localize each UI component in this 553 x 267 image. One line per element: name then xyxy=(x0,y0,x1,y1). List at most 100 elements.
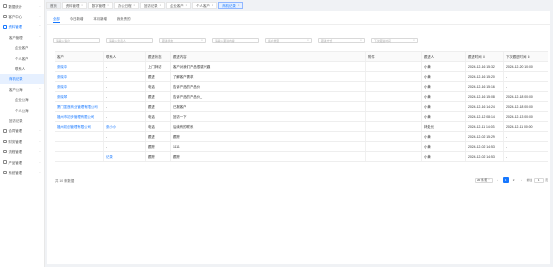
chevron-icon: ⌄ xyxy=(38,139,41,143)
filter-select[interactable]: 跟进方式 ▼ xyxy=(318,38,365,43)
table-header-row: 客户 联系人 跟进状态 跟进内容 附件 跟进人 跟进时间 ⇕ 下次跟进时间 ⇕ xyxy=(55,52,548,62)
table-cell: 2024-12-11 00:00 xyxy=(506,124,533,129)
table-cell[interactable]: 张晓中 xyxy=(55,72,104,81)
sidebar-item[interactable]: 回访记录 xyxy=(0,115,44,125)
filter-tab[interactable]: 今日新增 xyxy=(70,15,84,23)
close-icon[interactable]: × xyxy=(238,4,240,7)
page-button-1[interactable]: 1 xyxy=(502,177,509,183)
table-cell: 2024-12-02 14:53 xyxy=(466,152,504,161)
table-cell: 2024-12-12 08:14 xyxy=(466,112,504,121)
filter-select[interactable]: 跟进状态 ▼ xyxy=(159,38,206,43)
table-cell: 上门拜访 xyxy=(146,62,171,71)
sidebar-item-label: 联系人 xyxy=(15,67,26,72)
table-cell xyxy=(366,152,422,161)
table-row: 张晓中 - 上门拜访 客户对我们产品很感兴趣 小黄 2024-12-16 15:32 202… xyxy=(55,62,548,72)
goto-page-input[interactable]: 1 xyxy=(533,177,544,183)
close-icon[interactable]: × xyxy=(107,4,109,7)
sidebar-item[interactable]: 数据统计 ⌄ xyxy=(0,1,44,11)
sidebar-item[interactable]: 客户中心 ⌄ xyxy=(0,11,44,21)
sidebar-item-label: 数据统计 xyxy=(8,4,23,9)
page-tab[interactable]: 资料管理 × xyxy=(61,2,87,9)
table-cell[interactable]: 厦门墨莲商业管理有限公司 xyxy=(55,102,104,111)
page-tab[interactable]: 回访记录 × xyxy=(140,2,166,9)
close-icon[interactable]: × xyxy=(212,4,214,7)
table-cell: 2024-12-18 00:00 xyxy=(506,94,533,99)
prev-page-button[interactable]: ‹ xyxy=(495,177,501,183)
sidebar-item[interactable]: 个人客户 xyxy=(0,53,44,63)
main-content: 全部 今日新增 本月新增 我负责的 请输入客户 请输入负责人 跟进状态 ▼ 请输入跟进内容 客户… xyxy=(47,11,550,264)
sidebar-item-label: 系统管理 xyxy=(8,170,23,175)
page-tab-label: 回访记录 xyxy=(144,4,158,8)
page-tab[interactable]: 首页 xyxy=(46,2,61,9)
sidebar-item[interactable]: 合同管理 ⌄ xyxy=(0,126,44,136)
divider xyxy=(47,24,550,25)
sidebar-item[interactable]: 客户公海 ⌃ xyxy=(0,84,44,94)
page-tab-label: 办公日程 xyxy=(117,4,132,8)
column-header[interactable]: 下次跟进时间 ⇕ xyxy=(504,52,548,61)
sidebar-item[interactable]: 资料管理 ⌃ xyxy=(0,22,44,32)
table-cell[interactable]: 张小小 xyxy=(104,122,146,131)
table-cell xyxy=(366,122,422,131)
table-cell[interactable]: 张晓中 xyxy=(55,82,104,91)
sidebar-item[interactable]: 企业公海 xyxy=(0,95,44,105)
filter-input[interactable]: 请输入客户 xyxy=(53,38,100,43)
page-tab[interactable]: 企业客户 × xyxy=(166,2,192,9)
table-cell: 跟踪 xyxy=(171,132,366,141)
filter-bar: 请输入客户 请输入负责人 跟进状态 ▼ 请输入跟进内容 客户类型 ▼ 跟进方式 ▼ 下次跟进时间 ▼ xyxy=(53,38,424,43)
sidebar-item[interactable]: 个人公海 xyxy=(0,105,44,115)
table-row: 福州初创管理有限公司 张小小 电话 后续有的联系 林处长 2024-12-11 14:03… xyxy=(55,122,548,132)
next-page-button[interactable]: › xyxy=(519,177,525,183)
table-cell[interactable]: 福州市初步管理有限公司 xyxy=(55,112,104,121)
table-cell: - xyxy=(506,154,508,159)
page-tab-label: 首页 xyxy=(50,4,57,8)
table-cell[interactable]: 张晓琴 xyxy=(55,92,104,101)
sidebar-item[interactable]: 流程管理 ⌄ xyxy=(0,146,44,156)
close-icon[interactable]: × xyxy=(160,4,162,7)
column-header[interactable]: 跟进时间 ⇕ xyxy=(466,52,504,61)
sidebar-item[interactable]: 联系人 xyxy=(0,63,44,73)
pagination-bar: 共 10 条数据 20 条/页 ▼ ‹ 1 2 › 前往 1 页 xyxy=(55,176,548,184)
table-cell[interactable]: 福州初创管理有限公司 xyxy=(55,122,104,131)
table-cell: 2024-12-16 15:20 xyxy=(466,72,504,81)
filter-tab[interactable]: 全部 xyxy=(53,15,60,23)
filter-tab[interactable]: 我负责的 xyxy=(117,15,131,23)
filter-tab[interactable]: 本月新增 xyxy=(93,15,107,23)
table-cell: - xyxy=(506,144,508,149)
table-cell: 2024-12-20 10:00 xyxy=(506,64,533,69)
table-cell: 跟进 xyxy=(146,102,171,111)
page-size-select[interactable]: 20 条/页 ▼ xyxy=(474,177,493,183)
table-cell: - xyxy=(104,142,146,151)
filter-select[interactable]: 下次跟进时间 ▼ xyxy=(371,38,418,43)
table-cell[interactable]: 记录 xyxy=(104,152,146,161)
page-button-2[interactable]: 2 xyxy=(511,177,517,183)
sidebar-item-label: 个人客户 xyxy=(15,56,29,61)
filter-input[interactable]: 请输入负责人 xyxy=(106,38,153,43)
table-cell xyxy=(366,142,422,151)
page-tab[interactable]: 个人客户 × xyxy=(192,2,218,9)
filter-input[interactable]: 请输入跟进内容 xyxy=(212,38,259,43)
sidebar-item[interactable]: 系统管理 ⌄ xyxy=(0,167,44,177)
table-row: 张晓琴 - 跟进 告诉产品的产品价_ 小黄 2024-12-16 15:08 2024-12… xyxy=(55,92,548,102)
sidebar-item-label: 企业客户 xyxy=(15,46,29,51)
close-icon[interactable]: × xyxy=(81,4,83,7)
sidebar-item[interactable]: 客户管理 ⌃ xyxy=(0,32,44,42)
close-icon[interactable]: × xyxy=(186,4,188,7)
sidebar-item[interactable]: 商机记录 xyxy=(0,73,44,85)
page-tab[interactable]: 商机记录 × xyxy=(218,2,244,9)
sidebar-item-label: 个人公海 xyxy=(15,108,29,113)
table-cell xyxy=(55,152,104,161)
sidebar-item[interactable]: 企业客户 xyxy=(0,43,44,53)
menu-icon xyxy=(3,139,7,144)
sidebar-item[interactable]: 产品管理 ⌄ xyxy=(0,157,44,167)
close-icon[interactable]: × xyxy=(134,4,136,7)
column-header: 跟进内容 xyxy=(171,52,366,61)
table-cell: - xyxy=(104,132,146,141)
sidebar-item[interactable]: 财务管理 ⌄ xyxy=(0,136,44,146)
page-tab[interactable]: 数字管理 × xyxy=(87,2,113,9)
filter-placeholder: 下次跟进时间 xyxy=(374,38,391,43)
table-cell[interactable]: 张晓中 xyxy=(55,62,104,71)
table-row: - 跟进 跟踪 小黄 2024-12-02 15:29- xyxy=(55,132,548,142)
table-cell: 客户对我们产品很感兴趣 xyxy=(171,62,366,71)
page-tab[interactable]: 办公日程 × xyxy=(113,2,140,9)
filter-select[interactable]: 客户类型 ▼ xyxy=(265,38,312,43)
